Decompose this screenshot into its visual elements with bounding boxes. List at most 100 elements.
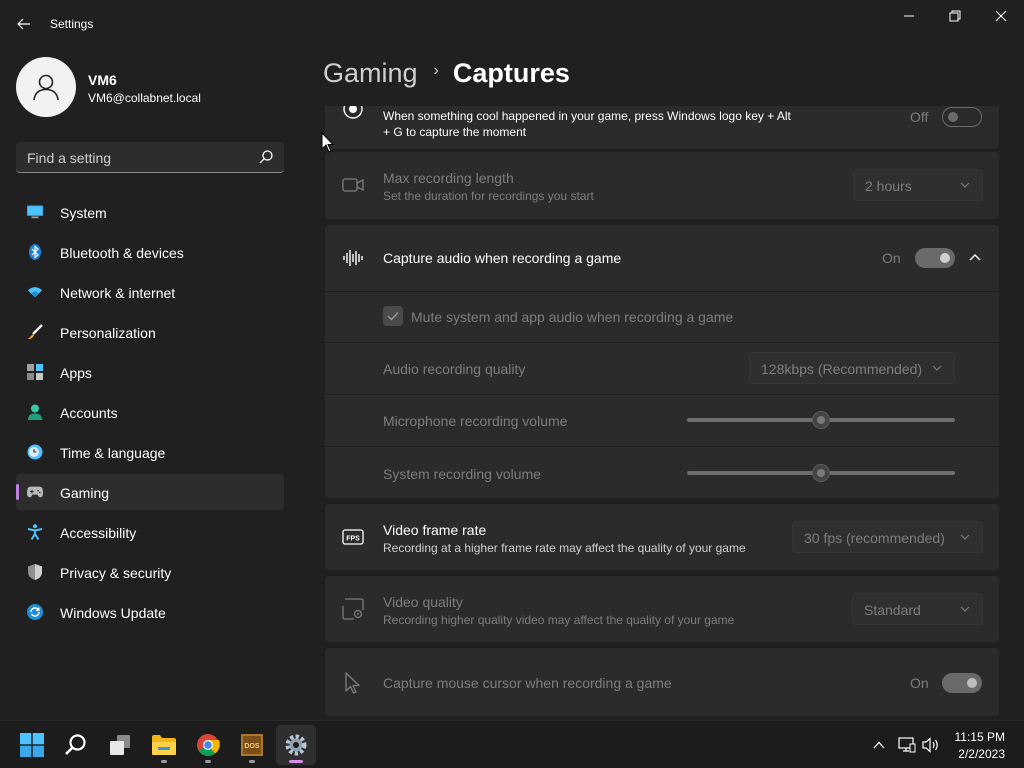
video-frame-rate-value: 30 fps (recommended) (804, 530, 945, 546)
record-icon (343, 106, 363, 119)
mute-audio-checkbox[interactable] (383, 306, 403, 326)
settings-taskbar-button[interactable] (276, 725, 316, 765)
breadcrumb-gaming-link[interactable]: Gaming (323, 58, 418, 88)
clock-date[interactable]: 2/2/2023 (958, 747, 1005, 761)
settings-window: Settings VM6 VM6@collabnet.local Find a … (0, 0, 1024, 720)
sidebar-item-label: Personalization (60, 325, 156, 341)
video-frame-rate-desc: Recording at a higher frame rate may aff… (383, 541, 746, 555)
minimize-button[interactable] (886, 0, 932, 32)
shield-icon (28, 564, 42, 580)
restore-button[interactable] (932, 0, 978, 32)
clock-time[interactable]: 11:15 PM (955, 730, 1005, 744)
capture-audio-title: Capture audio when recording a game (383, 250, 622, 266)
sidebar-item-system[interactable]: System (16, 194, 284, 230)
network-tray-button[interactable] (897, 735, 917, 755)
max-recording-length-desc: Set the duration for recordings you star… (383, 189, 594, 203)
sidebar-nav: System Bluetooth & devices Network & int… (16, 194, 284, 634)
dosbox-button[interactable]: DOS (232, 725, 272, 765)
video-quality-desc: Recording higher quality video may affec… (383, 613, 735, 627)
chrome-icon (197, 734, 220, 756)
close-button[interactable] (978, 0, 1024, 32)
back-arrow-icon (17, 18, 30, 30)
sidebar-item-bluetooth[interactable]: Bluetooth & devices (16, 234, 284, 270)
chevron-up-icon[interactable] (969, 253, 981, 263)
video-quality-title: Video quality (383, 594, 463, 610)
brush-icon (28, 324, 43, 339)
avatar[interactable] (16, 57, 76, 117)
cursor-icon (345, 672, 360, 694)
fps-icon: FPS (342, 529, 364, 545)
capture-mouse-cursor-toggle[interactable] (942, 673, 982, 693)
video-frame-rate-title: Video frame rate (383, 522, 487, 538)
mouse-pointer-icon (321, 132, 335, 153)
sidebar-item-apps[interactable]: Apps (16, 354, 284, 390)
video-settings-icon (342, 598, 364, 620)
microphone-volume-thumb[interactable] (812, 411, 830, 429)
sidebar-item-windows-update[interactable]: Windows Update (16, 594, 284, 630)
record-what-happened-desc-line1: When something cool happened in your gam… (383, 109, 791, 123)
accounts-icon (28, 404, 42, 420)
sidebar-item-label: Windows Update (60, 605, 166, 621)
record-what-happened-toggle[interactable] (942, 107, 982, 127)
search-placeholder: Find a setting (27, 150, 112, 166)
search-input[interactable]: Find a setting (16, 142, 284, 173)
file-explorer-button[interactable] (144, 725, 184, 765)
sidebar-item-gaming[interactable]: Gaming (16, 474, 284, 510)
chevron-down-icon (960, 606, 970, 612)
system-volume-thumb[interactable] (812, 464, 830, 482)
microphone-volume-row: Microphone recording volume (325, 395, 999, 446)
audio-quality-value: 128kbps (Recommended) (761, 361, 923, 377)
user-name: VM6 (88, 72, 117, 88)
sidebar-item-accessibility[interactable]: Accessibility (16, 514, 284, 550)
controller-icon (27, 486, 43, 498)
capture-audio-toggle-label: On (882, 250, 901, 266)
chevron-down-icon (960, 182, 970, 188)
max-recording-length-dropdown[interactable]: 2 hours (853, 169, 983, 201)
chevron-up-icon (873, 741, 885, 749)
accessibility-icon (27, 524, 43, 540)
video-quality-dropdown[interactable]: Standard (852, 593, 983, 625)
user-email: VM6@collabnet.local (88, 91, 201, 105)
audio-quality-dropdown[interactable]: 128kbps (Recommended) (749, 352, 955, 384)
close-icon (995, 10, 1007, 22)
svg-text:FPS: FPS (346, 536, 360, 543)
gear-icon (285, 734, 307, 756)
sidebar-item-network[interactable]: Network & internet (16, 274, 284, 310)
video-quality-card: Video quality Recording higher quality v… (325, 576, 999, 642)
sidebar-item-accounts[interactable]: Accounts (16, 394, 284, 430)
update-icon (27, 604, 43, 620)
start-button[interactable] (12, 725, 52, 765)
dosbox-icon: DOS (241, 734, 263, 756)
chevron-down-icon (960, 534, 970, 540)
search-taskbar-button[interactable] (56, 725, 96, 765)
show-hidden-icons-button[interactable] (869, 735, 889, 755)
sidebar-item-label: Accounts (60, 405, 118, 421)
volume-tray-button[interactable] (921, 735, 941, 755)
back-button[interactable] (10, 12, 38, 36)
settings-content: When something cool happened in your gam… (325, 106, 999, 716)
sidebar-item-label: Apps (60, 365, 92, 381)
sidebar-item-label: System (60, 205, 107, 221)
video-frame-rate-dropdown[interactable]: 30 fps (recommended) (792, 521, 983, 553)
windows-logo-icon (20, 733, 44, 757)
capture-audio-toggle[interactable] (915, 248, 955, 268)
record-what-happened-card: When something cool happened in your gam… (325, 106, 999, 149)
video-frame-rate-card: FPS Video frame rate Recording at a high… (325, 504, 999, 570)
sidebar-item-label: Network & internet (60, 285, 176, 301)
capture-audio-card[interactable]: Capture audio when recording a game On (325, 225, 999, 291)
network-icon (27, 287, 43, 298)
sidebar-item-label: Time & language (60, 445, 166, 461)
task-view-button[interactable] (100, 725, 140, 765)
sidebar-item-label: Privacy & security (60, 565, 172, 581)
checkmark-icon (387, 312, 399, 321)
system-volume-title: System recording volume (383, 466, 541, 482)
sidebar-item-label: Accessibility (60, 525, 137, 541)
search-icon (65, 734, 86, 755)
chrome-button[interactable] (188, 725, 228, 765)
audio-quality-title: Audio recording quality (383, 361, 526, 377)
speaker-icon (922, 737, 938, 753)
sidebar-item-time-language[interactable]: Time & language (16, 434, 284, 470)
network-monitor-icon (898, 737, 916, 753)
sidebar-item-privacy-security[interactable]: Privacy & security (16, 554, 284, 590)
sidebar-item-personalization[interactable]: Personalization (16, 314, 284, 350)
